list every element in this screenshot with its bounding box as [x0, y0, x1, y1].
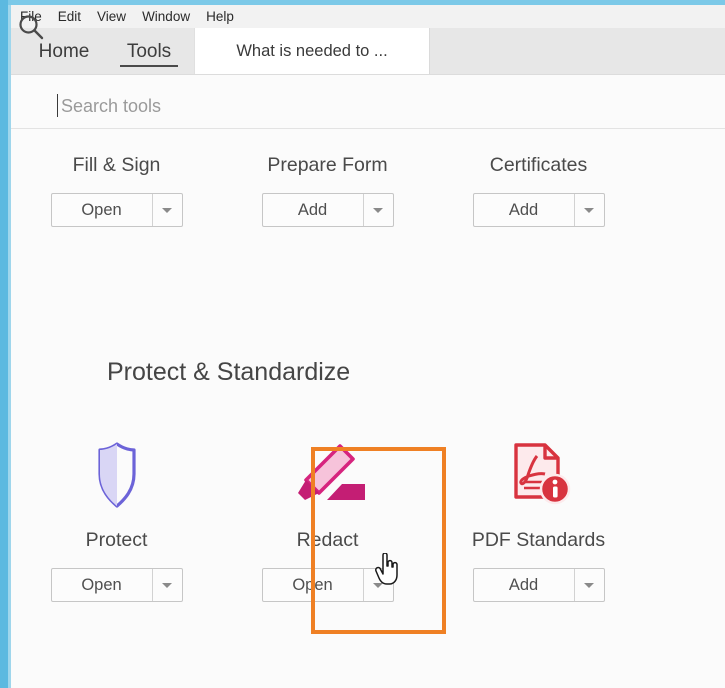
tool-action-button[interactable]: Add — [261, 193, 394, 227]
tab-document[interactable]: What is needed to ... — [194, 28, 430, 75]
tool-action-label[interactable]: Add — [474, 569, 575, 601]
tool-action-dropdown[interactable] — [153, 194, 182, 226]
tool-action-dropdown[interactable] — [364, 194, 393, 226]
tool-card-fill-and-sign[interactable]: Fill & Sign Open — [11, 129, 222, 227]
tool-label: PDF Standards — [471, 529, 606, 551]
tab-tools[interactable]: Tools — [107, 28, 191, 75]
tool-action-button[interactable]: Add — [472, 193, 605, 227]
chevron-down-icon — [373, 207, 383, 213]
tool-action-button[interactable]: Add — [472, 568, 605, 602]
tool-card-redact[interactable]: Redact Open — [222, 444, 433, 602]
tool-action-dropdown[interactable] — [575, 569, 604, 601]
redact-marker-icon — [285, 444, 371, 516]
tool-card-certificates[interactable]: Certificates Add — [433, 129, 644, 227]
tool-action-button[interactable]: Open — [50, 568, 183, 602]
pdf-info-icon — [499, 443, 579, 516]
menu-bar: File Edit View Window Help — [11, 5, 725, 28]
certificate-seal-icon — [501, 129, 577, 141]
menu-item-view[interactable]: View — [97, 5, 126, 28]
chevron-down-icon — [162, 207, 172, 213]
sign-pen-icon — [84, 129, 150, 141]
menu-item-edit[interactable]: Edit — [58, 5, 81, 28]
tool-label: Certificates — [489, 154, 588, 176]
tool-card-protect[interactable]: Protect Open — [11, 442, 222, 602]
tool-card-pdf-standards[interactable]: PDF Standards Add — [433, 443, 644, 602]
tool-action-dropdown[interactable] — [153, 569, 182, 601]
acrobat-tools-window: File Edit View Window Help Home Tools Wh… — [0, 0, 725, 688]
tool-label: Protect — [85, 529, 148, 551]
tab-strip: Home Tools What is needed to ... — [11, 28, 725, 75]
shield-icon — [84, 442, 150, 516]
tool-label: Fill & Sign — [72, 154, 161, 176]
tool-action-label[interactable]: Open — [263, 569, 364, 601]
tool-action-button[interactable]: Open — [50, 193, 183, 227]
window-frame-left — [0, 0, 8, 688]
tool-row-create-edit: Fill & Sign Open Prepare Form Add Certif… — [11, 129, 725, 227]
form-field-icon — [295, 129, 361, 141]
tool-action-label[interactable]: Open — [52, 194, 153, 226]
section-heading-protect-standardize: Protect & Standardize — [107, 358, 351, 386]
tool-action-label[interactable]: Add — [474, 194, 575, 226]
tool-row-protect-standardize: Protect Open Redact Open PDF Standards A… — [11, 442, 725, 602]
search-input[interactable]: Search tools — [61, 95, 161, 117]
search-icon[interactable] — [17, 13, 45, 41]
tool-action-label[interactable]: Open — [52, 569, 153, 601]
tools-content-area: Fill & Sign Open Prepare Form Add Certif… — [11, 129, 725, 688]
hand-pointer-cursor — [375, 553, 398, 585]
tool-label: Prepare Form — [267, 154, 388, 176]
search-text-caret — [57, 94, 59, 117]
chevron-down-icon — [162, 582, 172, 588]
tool-action-label[interactable]: Add — [263, 194, 364, 226]
tool-label: Redact — [296, 529, 359, 551]
menu-item-help[interactable]: Help — [206, 5, 234, 28]
chevron-down-icon — [584, 582, 594, 588]
chevron-down-icon — [584, 207, 594, 213]
tool-action-dropdown[interactable] — [575, 194, 604, 226]
menu-item-window[interactable]: Window — [142, 5, 190, 28]
tool-card-prepare-form[interactable]: Prepare Form Add — [222, 129, 433, 227]
